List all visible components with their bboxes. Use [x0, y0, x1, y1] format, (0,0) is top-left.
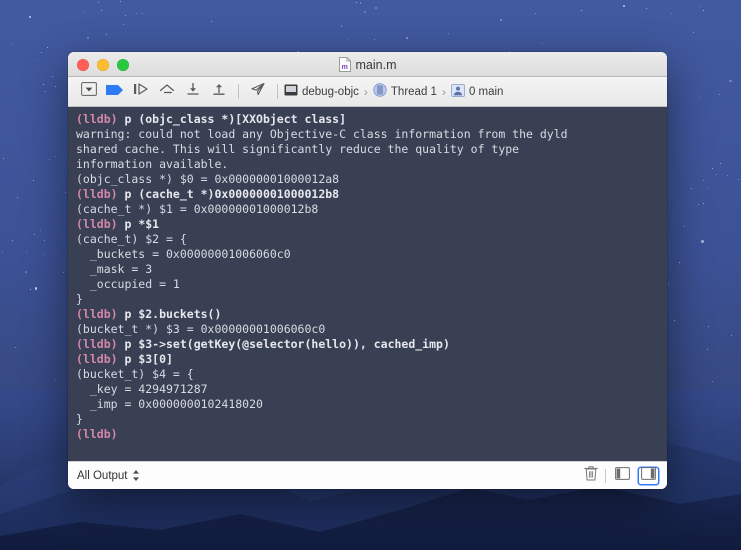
- console-statusbar-right: [584, 465, 658, 486]
- console-line: (lldb) p $2.buckets(): [76, 307, 659, 322]
- breakpoints-button[interactable]: [102, 81, 128, 103]
- console-line: _occupied = 1: [76, 277, 180, 291]
- console-line: (bucket_t) $4 = {: [76, 367, 194, 381]
- jumpbar-item-frame[interactable]: 0 main: [451, 83, 504, 100]
- up-down-chevron-icon: [132, 469, 140, 482]
- triangle-in-box-icon: [81, 82, 97, 101]
- console-line: (lldb) p $3->set(getKey(@selector(hello)…: [76, 337, 659, 352]
- lldb-prompt: (lldb): [76, 427, 118, 441]
- console-line: _buckets = 0x00000001006060c0: [76, 247, 291, 261]
- jumpbar-scheme-label: debug-objc: [302, 85, 359, 98]
- console-command-text: p $3[0]: [117, 352, 173, 366]
- jumpbar-item-thread[interactable]: Thread 1: [373, 83, 437, 100]
- svg-text:m: m: [341, 64, 347, 71]
- console-command-text: p $2.buckets(): [117, 307, 222, 321]
- lldb-prompt: (lldb): [76, 352, 118, 366]
- show-hide-navigator-button[interactable]: [76, 81, 102, 103]
- console-line: (lldb) p (objc_class *)[XXObject class]: [76, 112, 659, 127]
- output-filter-dropdown[interactable]: All Output: [77, 469, 140, 482]
- step-into-icon: [185, 82, 201, 101]
- debug-console[interactable]: (lldb) p (objc_class *)[XXObject class] w…: [68, 107, 667, 461]
- show-console-view-button[interactable]: [639, 466, 658, 485]
- step-over-button[interactable]: [154, 81, 180, 103]
- console-line: information available.: [76, 157, 229, 171]
- thread-icon: [373, 83, 387, 100]
- window-title: main.m: [355, 57, 397, 72]
- console-command-text: p (cache_t *)0x00000001000012b8: [117, 187, 340, 201]
- lldb-prompt: (lldb): [76, 217, 118, 231]
- show-console-view-icon: [641, 466, 656, 485]
- statusbar-divider: [605, 468, 606, 483]
- debug-toolbar: debug-objc › Thread 1 › 0 main: [68, 77, 667, 107]
- xcode-window[interactable]: m main.m debug-objc › Thread 1 › 0 main …: [68, 52, 667, 489]
- toolbar-divider-2: [277, 84, 278, 99]
- console-command-text: p (objc_class *)[XXObject class]: [117, 112, 347, 126]
- console-line: (cache_t) $2 = {: [76, 232, 187, 246]
- console-line: _mask = 3: [76, 262, 153, 276]
- console-line: }: [76, 292, 83, 306]
- console-line: warning: could not load any Objective-C …: [76, 127, 568, 141]
- console-line: (lldb) p $3[0]: [76, 352, 659, 367]
- jumpbar-thread-label: Thread 1: [390, 85, 437, 98]
- console-line: (cache_t *) $1 = 0x00000001000012b8: [76, 202, 319, 216]
- lldb-prompt: (lldb): [76, 112, 118, 126]
- console-line: _key = 4294971287: [76, 382, 208, 396]
- step-over-icon: [158, 82, 176, 101]
- console-output: (lldb) p (objc_class *)[XXObject class] w…: [68, 112, 667, 442]
- chevron-right-icon-2: ›: [441, 84, 446, 99]
- step-out-button[interactable]: [206, 81, 232, 103]
- window-titlebar: m main.m: [68, 52, 667, 77]
- objc-m-file-icon: m: [338, 56, 351, 72]
- lldb-prompt: (lldb): [76, 307, 118, 321]
- toolbar-divider: [238, 84, 239, 99]
- step-into-button[interactable]: [180, 81, 206, 103]
- window-title-group: m main.m: [68, 52, 667, 77]
- breakpoint-flag-icon: [106, 83, 124, 101]
- console-command-text: p $3->set(getKey(@selector(hello)), cach…: [117, 337, 450, 351]
- lldb-prompt: (lldb): [76, 337, 118, 351]
- jumpbar-item-scheme[interactable]: debug-objc: [284, 84, 359, 99]
- debug-view-hierarchy-button[interactable]: [245, 81, 271, 103]
- debug-jump-bar: debug-objc › Thread 1 › 0 main: [284, 83, 503, 100]
- console-line: (lldb) p *$1: [76, 217, 659, 232]
- console-line: shared cache. This will significantly re…: [76, 142, 520, 156]
- lldb-prompt: (lldb): [76, 187, 118, 201]
- show-variables-view-icon: [615, 466, 630, 485]
- process-icon: [284, 84, 298, 99]
- console-line: (objc_class *) $0 = 0x00000001000012a8: [76, 172, 340, 186]
- console-line: (lldb) p (cache_t *)0x00000001000012b8: [76, 187, 659, 202]
- continue-button[interactable]: [128, 81, 154, 103]
- console-line: }: [76, 412, 83, 426]
- console-command-text: p *$1: [117, 217, 160, 231]
- stack-frame-icon: [451, 83, 465, 100]
- trash-icon[interactable]: [584, 465, 598, 486]
- output-filter-label: All Output: [77, 469, 128, 482]
- console-line: (lldb): [76, 427, 659, 442]
- jumpbar-frame-label: 0 main: [468, 85, 504, 98]
- continue-program-icon: [132, 82, 150, 101]
- chevron-right-icon: ›: [363, 84, 368, 99]
- step-out-icon: [211, 82, 227, 101]
- console-statusbar: All Output: [68, 461, 667, 489]
- paper-plane-icon: [250, 82, 266, 101]
- show-variables-view-button[interactable]: [613, 466, 632, 485]
- console-line: _imp = 0x0000000102418020: [76, 397, 263, 411]
- console-line: (bucket_t *) $3 = 0x00000001006060c0: [76, 322, 326, 336]
